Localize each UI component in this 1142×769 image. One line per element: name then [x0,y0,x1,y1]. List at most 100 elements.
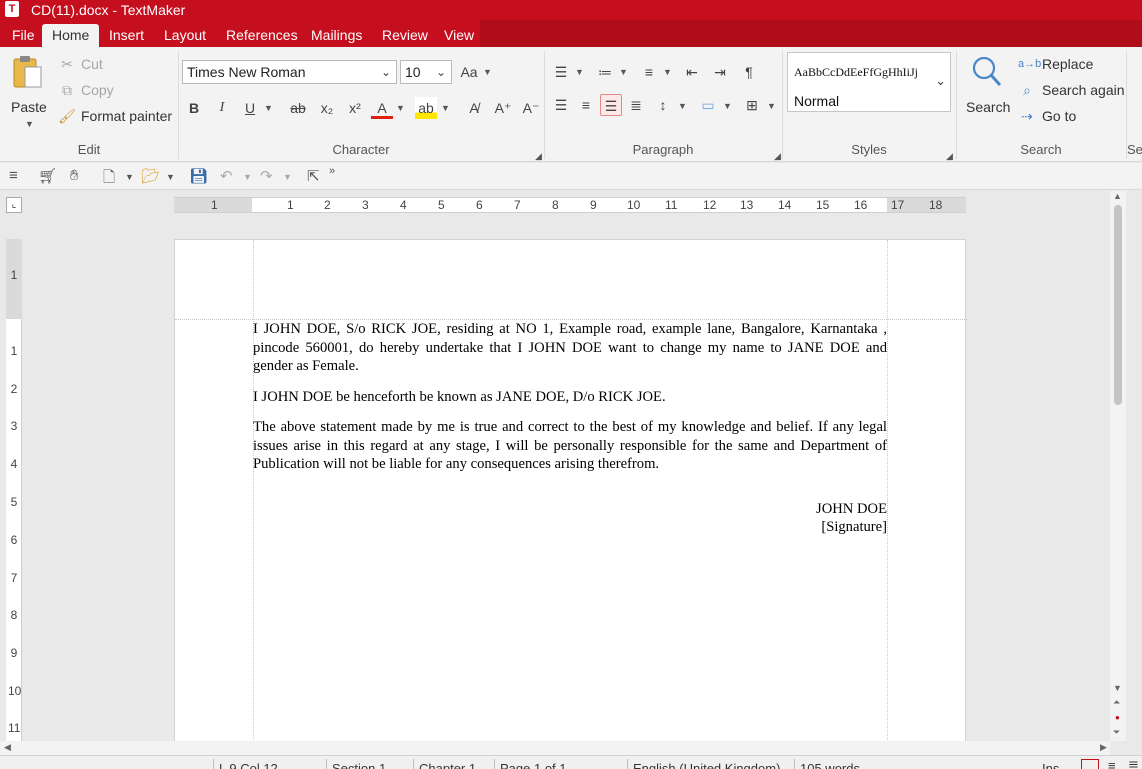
scroll-left-icon[interactable]: ◀ [4,742,11,753]
textmaker-app-icon[interactable]: T [5,1,19,17]
replace-button[interactable]: a→b Replace [1018,56,1093,72]
justify-icon[interactable]: ≣ [625,94,647,116]
shading-dropdown-arrow[interactable]: ▼ [723,101,732,111]
change-case-icon[interactable]: Aa [458,61,480,83]
bold-button[interactable]: B [183,97,205,119]
vertical-ruler[interactable]: 1 1 2 3 4 5 6 7 8 9 10 11 [6,239,22,741]
browse-object-icon[interactable]: ● [1115,713,1120,722]
copy-button[interactable]: ⧉ Copy [58,82,114,98]
multilevel-list-icon[interactable]: ≡ [638,61,660,83]
new-document-dropdown-arrow[interactable]: ▼ [125,172,134,182]
character-dialog-launcher[interactable]: ◢ [535,151,542,162]
signatory-name[interactable]: JOHN DOE [253,500,887,519]
hamburger-menu-icon[interactable]: ≡ [9,167,18,184]
vertical-scroll-thumb[interactable] [1114,205,1122,405]
goto-button[interactable]: ⇢ Go to [1018,108,1076,124]
signature-placeholder[interactable]: [Signature] [253,518,887,537]
hand-tool-icon[interactable]: ✋︎ [70,167,79,184]
format-painter-button[interactable]: 🖌 Format painter [58,108,172,124]
borders-icon[interactable]: ⊞ [741,94,763,116]
redo-dropdown-arrow[interactable]: ▼ [283,172,292,182]
document-page[interactable]: I JOHN DOE, S/o RICK JOE, residing at NO… [174,239,967,742]
bullets-icon[interactable]: ☰ [550,61,572,83]
underline-dropdown-arrow[interactable]: ▼ [264,103,273,113]
tab-review[interactable]: Review [382,24,428,47]
next-page-icon[interactable]: ⏷ [1113,727,1120,738]
view-normal-icon[interactable]: ≡ [1108,758,1116,769]
scroll-down-icon[interactable]: ▼ [1113,683,1122,693]
multilevel-list-dropdown-arrow[interactable]: ▼ [663,67,672,77]
horizontal-scrollbar[interactable]: ◀ ▶ [0,741,1110,755]
open-dropdown-arrow[interactable]: ▼ [166,172,175,182]
undo-icon[interactable]: ↶ [220,167,233,185]
scroll-up-icon[interactable]: ▲ [1113,191,1122,201]
redo-icon[interactable]: ↷ [260,167,273,185]
pilcrow-icon[interactable]: ¶ [738,61,760,83]
vertical-scrollbar[interactable]: ▲ ▼ ⏶ ● ⏷ [1110,191,1126,741]
align-left-icon[interactable]: ☰ [550,94,572,116]
paragraph-undertaking[interactable]: I JOHN DOE, S/o RICK JOE, residing at NO… [253,320,887,376]
align-center-icon[interactable]: ≡ [575,94,597,116]
undo-dropdown-arrow[interactable]: ▼ [243,172,252,182]
horizontal-ruler[interactable]: 1 1 2 3 4 5 6 7 8 9 10 11 12 13 14 15 16 17 18 [174,197,966,213]
shrink-font-icon[interactable]: A⁻ [520,97,542,119]
align-right-icon[interactable]: ☰ [600,94,622,116]
tab-view[interactable]: View [444,24,474,47]
scroll-right-icon[interactable]: ▶ [1100,742,1107,753]
previous-page-icon[interactable]: ⏶ [1113,697,1120,708]
subscript-icon[interactable]: x₂ [316,97,338,119]
font-color-icon[interactable]: A [371,97,393,119]
status-insert-mode[interactable]: Ins [1042,761,1059,769]
styles-gallery[interactable]: AaBbCcDdEeFfGgHhIiJj Normal ⌄ [787,52,951,112]
change-case-dropdown-arrow[interactable]: ▼ [483,67,492,77]
tab-layout[interactable]: Layout [164,24,206,47]
tab-insert[interactable]: Insert [109,24,144,47]
new-document-icon[interactable]: 🗋 [103,167,115,192]
increase-indent-icon[interactable]: ⇥ [709,61,731,83]
select-pointer-icon[interactable]: ⇱ [307,167,320,185]
highlight-dropdown-arrow[interactable]: ▼ [441,103,450,113]
tab-stop-selector[interactable]: ⌞ [6,197,22,213]
cut-button[interactable]: ✂ Cut [58,56,103,72]
shopping-cart-icon[interactable]: 🛒︎ [38,167,57,185]
line-spacing-icon[interactable]: ↕ [652,94,674,116]
paste-dropdown-arrow[interactable]: ▼ [25,119,34,129]
paragraph-declaration[interactable]: The above statement made by me is true a… [253,418,887,474]
borders-dropdown-arrow[interactable]: ▼ [767,101,776,111]
numbering-icon[interactable]: ≔ [594,61,616,83]
grow-font-icon[interactable]: A⁺ [492,97,514,119]
bullets-dropdown-arrow[interactable]: ▼ [575,67,584,77]
tab-home[interactable]: Home [42,24,100,47]
paragraph-new-name[interactable]: I JOHN DOE be henceforth be known as JAN… [253,388,887,407]
search-button[interactable] [964,55,1010,89]
view-outline-icon[interactable]: ≣ [1128,758,1139,769]
font-name-combo[interactable]: Times New Roman ⌄ [182,60,397,84]
font-size-combo[interactable]: 10 ⌄ [400,60,452,84]
numbering-dropdown-arrow[interactable]: ▼ [619,67,628,77]
search-again-button[interactable]: ⌕ Search again [1018,82,1124,98]
font-color-dropdown-arrow[interactable]: ▼ [396,103,405,113]
paste-icon [13,56,42,88]
shading-icon[interactable]: ▭ [697,94,719,116]
tab-file[interactable]: File [12,24,35,47]
open-folder-icon[interactable]: 📂︎ [141,167,160,185]
document-body[interactable]: I JOHN DOE, S/o RICK JOE, residing at NO… [253,320,887,537]
status-language[interactable]: English (United Kingdom) [633,761,780,769]
tab-mailings[interactable]: Mailings [311,24,362,47]
tab-references[interactable]: References [226,24,298,47]
highlight-icon[interactable]: ab [415,97,437,119]
paste-button[interactable] [10,53,46,91]
italic-button[interactable]: I [211,97,233,119]
save-icon[interactable]: 💾︎ [189,167,208,185]
clear-formatting-icon[interactable]: A̸ [463,97,485,119]
superscript-icon[interactable]: x² [344,97,366,119]
underline-button[interactable]: U [239,97,261,119]
styles-dialog-launcher[interactable]: ◢ [946,151,953,162]
view-print-layout-icon[interactable] [1081,759,1099,769]
paragraph-dialog-launcher[interactable]: ◢ [774,151,781,162]
overflow-chevron-icon[interactable]: » [329,165,335,177]
strikethrough-icon[interactable]: ab [287,97,309,119]
line-spacing-dropdown-arrow[interactable]: ▼ [678,101,687,111]
decrease-indent-icon[interactable]: ⇤ [681,61,703,83]
chevron-down-icon[interactable]: ⌄ [935,73,946,89]
